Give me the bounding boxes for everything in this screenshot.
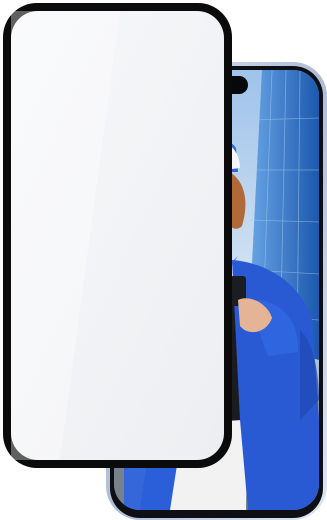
product-illustration	[3, 3, 327, 520]
screen-protector-icon	[3, 3, 232, 468]
product-image	[0, 0, 327, 520]
